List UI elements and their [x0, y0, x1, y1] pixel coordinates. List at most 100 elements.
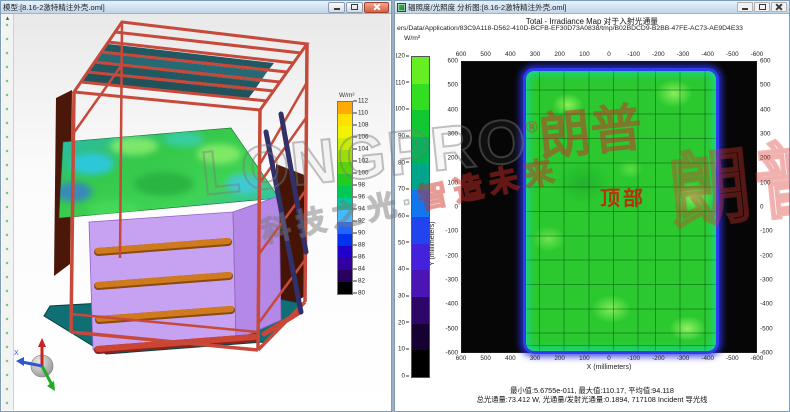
tick-label: -200: [652, 355, 665, 362]
tick-label: 90: [353, 230, 365, 237]
tick-label: 88: [353, 242, 365, 249]
tick-label: -500: [760, 325, 773, 332]
tick-label: -300: [677, 51, 690, 58]
tick-label: 0: [607, 355, 611, 362]
tick-label: 98: [353, 182, 365, 189]
tick-label: 500: [480, 355, 491, 362]
close-button[interactable]: [771, 2, 787, 12]
tick-label: 300: [530, 51, 541, 58]
irradiance-heatmap[interactable]: 顶部: [461, 61, 757, 353]
model-window-titlebar[interactable]: 模型:[8.16-2激特精注外壳.oml]: [1, 1, 391, 14]
tick-label: 0: [607, 51, 611, 58]
x-axis-ticks-bottom: 6005004003002001000-100-200-300-400-500-…: [461, 355, 757, 364]
tick-label: 500: [480, 51, 491, 58]
tick-label: 400: [760, 106, 771, 113]
minimize-icon: [334, 8, 340, 10]
legend-segment: [412, 190, 429, 217]
tick-label: -400: [760, 301, 773, 308]
tick-label: 200: [447, 155, 458, 162]
legend-segment: [338, 114, 352, 126]
legend-segment: [338, 162, 352, 174]
tick-label: 110: [396, 79, 409, 86]
legend-segment: [412, 324, 429, 351]
close-icon: [775, 3, 783, 11]
tick-label: 30: [398, 293, 409, 300]
legend-segment: [338, 198, 352, 210]
tick-label: 112: [353, 98, 368, 105]
tick-label: 90: [398, 133, 409, 140]
maximize-icon: [759, 4, 766, 10]
legend-segment: [412, 217, 429, 244]
legend-segment: [412, 57, 429, 84]
minimize-button[interactable]: [737, 2, 753, 12]
tick-label: 110: [353, 110, 368, 117]
model-viewport[interactable]: X W/m² 112110108106104102100989694929088…: [14, 14, 390, 410]
tick-label: 96: [353, 194, 365, 201]
tick-label: 100: [579, 355, 590, 362]
irradiance-map-panel[interactable]: Total - Irradiance Map 对于入射光通量 ers/Data/…: [396, 14, 788, 410]
close-icon: [373, 3, 381, 11]
tick-label: 104: [353, 146, 369, 153]
tick-label: 300: [447, 131, 458, 138]
legend-segment: [338, 234, 352, 246]
x-axis-label: X (millimeters): [461, 364, 757, 371]
tick-label: 200: [760, 155, 771, 162]
legend-segment: [338, 222, 352, 234]
legend-segment: [412, 164, 429, 191]
legend-segment: [338, 282, 352, 294]
tick-label: 70: [398, 186, 409, 193]
x-axis-ticks-top: 6005004003002001000-100-200-300-400-500-…: [461, 51, 757, 60]
tick-label: 100: [353, 170, 369, 177]
window-controls: [737, 2, 787, 12]
legend-segment: [338, 102, 352, 114]
legend-tick-labels: 1121101081061041021009896949290888684828…: [353, 101, 383, 295]
tick-label: 10: [398, 346, 409, 353]
tick-label: 92: [353, 218, 365, 225]
legend-segment: [412, 84, 429, 111]
tick-label: -100: [627, 355, 640, 362]
tick-label: 86: [353, 254, 365, 261]
collapse-arrow-icon[interactable]: ▴: [2, 14, 13, 24]
minimize-button[interactable]: [328, 2, 345, 13]
tick-label: 60: [398, 213, 409, 220]
legend-segment: [338, 126, 352, 138]
tick-label: 106: [353, 134, 369, 141]
tick-label: 102: [353, 158, 369, 165]
tick-label: 80: [398, 159, 409, 166]
tick-label: -300: [677, 355, 690, 362]
legend-segment: [412, 350, 429, 377]
orientation-triad: X: [14, 338, 55, 391]
tick-label: 200: [554, 355, 565, 362]
model-tree-strip[interactable]: ▴: [2, 14, 14, 410]
model-legend: W/m² 11211010810610410210098969492908886…: [337, 92, 390, 295]
tick-label: 600: [447, 58, 458, 65]
tick-label: 400: [505, 355, 516, 362]
legend-segment: [412, 270, 429, 297]
irradiance-window: 辐照度/光照度 分析图:[8.16-2激特精注外壳.oml] Total - I…: [394, 0, 790, 412]
map-flux-line: 总光通量:73.412 W, 光通量/发射光通量:0.1894, 717108 …: [396, 395, 788, 405]
tick-label: 108: [353, 122, 369, 129]
irradiance-window-titlebar[interactable]: 辐照度/光照度 分析图:[8.16-2激特精注外壳.oml]: [395, 1, 789, 14]
tick-label: -500: [726, 355, 739, 362]
maximize-button[interactable]: [754, 2, 770, 12]
tick-label: 500: [447, 82, 458, 89]
tick-label: 100: [447, 179, 458, 186]
tick-label: -500: [445, 325, 458, 332]
legend-segment: [338, 210, 352, 222]
tick-label: 200: [554, 51, 565, 58]
tick-label: 400: [447, 106, 458, 113]
tick-label: 50: [398, 239, 409, 246]
tick-label: 100: [760, 179, 771, 186]
tick-label: 600: [760, 58, 771, 65]
tick-label: 120: [396, 53, 409, 60]
maximize-button[interactable]: [346, 2, 363, 13]
legend-segment: [338, 186, 352, 198]
legend-color-bar: [337, 101, 353, 295]
irradiance-surface: [56, 128, 279, 220]
tick-label: 40: [398, 266, 409, 273]
map-annotation: 顶部: [600, 182, 646, 211]
tick-label: 82: [353, 278, 365, 285]
legend-segment: [412, 110, 429, 137]
close-button[interactable]: [364, 2, 389, 13]
illuminated-region: [523, 68, 719, 354]
